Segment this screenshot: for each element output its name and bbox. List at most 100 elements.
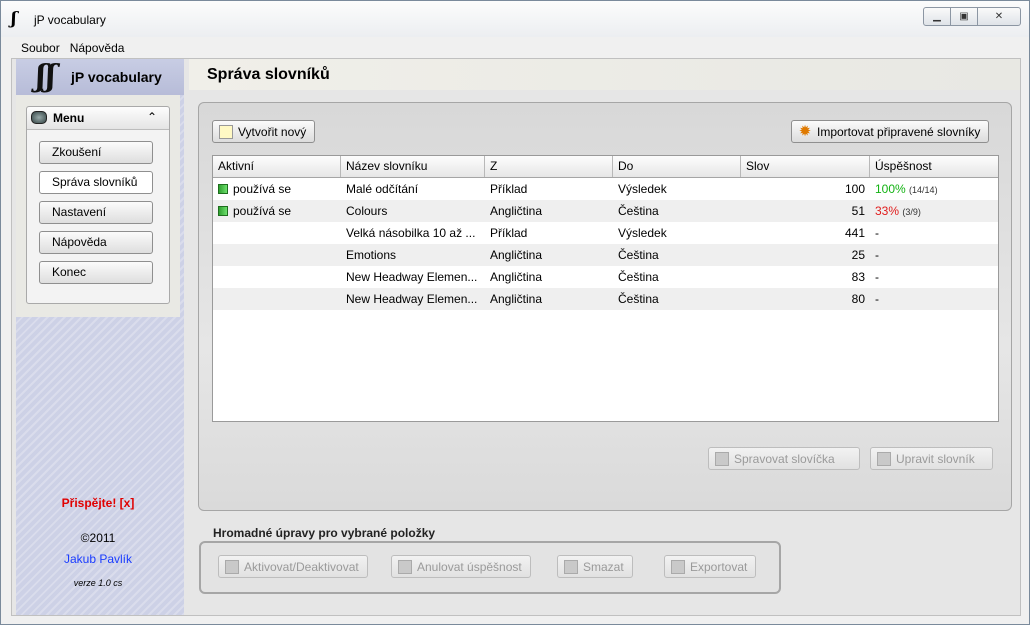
donate-link[interactable]: Přispějte! [x] [16,496,180,510]
nav-napoveda[interactable]: Nápověda [39,231,153,254]
edit-dictionary-label: Upravit slovník [896,451,975,466]
minimize-button[interactable]: ▁ [923,7,951,26]
cell-name: Velká násobilka 10 až ... [346,226,476,240]
cell-to: Výsledek [618,182,667,196]
copyright: ©2011 [80,531,116,545]
close-button[interactable]: ✕ [977,7,1021,26]
collapse-up-icon[interactable]: ⌃ [147,110,157,124]
bulk-panel: Aktivovat/Deaktivovat Anulovat úspěšnost… [199,541,781,594]
table-row[interactable]: používá se Malé odčítání Příklad Výsledek 10… [213,178,998,200]
edit-dictionary-icon [877,451,891,466]
cell-words: 441 [844,226,865,240]
edit-words-icon [715,451,729,466]
cell-pct: - [870,244,998,266]
nav-nastaveni[interactable]: Nastavení [39,201,153,224]
cell-pct: - [870,288,998,310]
jp-logo-icon: ʃ [11,9,17,29]
col-uspesnost[interactable]: Úspěšnost [870,156,998,177]
version-label: verze 1.0 cs [73,578,123,588]
cell-words: 83 [851,270,865,284]
col-do[interactable]: Do [613,156,741,177]
import-button[interactable]: ✹ Importovat připravené slovníky [791,120,990,143]
nav-sprava-slovniku[interactable]: Správa slovníků [39,171,153,194]
table-row[interactable]: používá se Colours Angličtina Čeština 51 33% … [213,200,998,222]
cell-from: Angličtina [490,270,543,284]
table-row[interactable]: Velká násobilka 10 až ... Příklad Výsledek… [213,222,998,244]
manage-words-button[interactable]: Spravovat slovíčka [708,447,860,470]
delete-button[interactable]: Smazat [557,555,633,578]
bulk-title: Hromadné úpravy pro vybrané položky [213,526,436,540]
cell-active: používá se [213,200,341,222]
active-status: používá se [233,182,292,196]
jp-logo-mark-icon: ʃʃ [36,59,56,94]
active-status: používá se [233,204,292,218]
export-button[interactable]: Exportovat [664,555,757,578]
col-slov[interactable]: Slov [741,156,870,177]
cell-words: 100 [844,182,865,196]
table-row[interactable]: New Headway Elemen... Angličtina Čeština 83… [213,266,998,288]
menu-bar: Soubor Nápověda [11,38,1019,57]
cell-pct: - [870,222,998,244]
minimize-icon: ▁ [933,11,941,22]
window-controls: ▁ ▣ ✕ [923,7,1021,26]
sidebar-logo: ʃʃ jP vocabulary [16,59,184,95]
cell-active: používá se [213,178,341,200]
cell-words: 80 [851,292,865,306]
cell-to: Čeština [618,204,659,218]
app-window: ʃ jP vocabulary ▁ ▣ ✕ Soubor Nápověda ʃʃ… [0,0,1030,625]
success-percent: - [875,292,879,306]
reset-icon [398,559,412,574]
success-percent: - [875,226,879,240]
cell-active [213,288,341,310]
cell-pct: 100% (14/14) [870,178,998,200]
col-z[interactable]: Z [485,156,613,177]
nav-zkouseni[interactable]: Zkoušení [39,141,153,164]
logo-text: jP vocabulary [71,69,162,85]
cell-active [213,266,341,288]
success-percent: 33% [875,204,900,218]
dictionaries-table: Aktivní Název slovníku Z Do Slov Úspěšno… [212,155,999,422]
menu-title: Menu [53,111,85,125]
page-header: Správa slovníků [189,59,1020,90]
cell-words: 51 [851,204,865,218]
create-new-label: Vytvořit nový [238,124,307,139]
activate-toggle-label: Aktivovat/Deaktivovat [244,559,359,574]
new-document-icon [219,124,233,139]
cell-words: 25 [851,248,865,262]
success-fraction: (14/14) [909,185,938,195]
cell-to: Výsledek [618,226,667,240]
cell-from: Příklad [490,182,528,196]
reset-success-label: Anulovat úspěšnost [417,559,522,574]
cell-from: Angličtina [490,292,543,306]
cell-from: Angličtina [490,248,543,262]
manage-words-label: Spravovat slovíčka [734,451,835,466]
menu-header[interactable]: Menu ⌃ [27,107,169,130]
export-label: Exportovat [690,559,748,574]
reset-success-button[interactable]: Anulovat úspěšnost [391,555,531,578]
nav-konec[interactable]: Konec [39,261,153,284]
success-percent: - [875,248,879,262]
edit-dictionary-button[interactable]: Upravit slovník [870,447,993,470]
cell-name: Emotions [346,248,397,262]
cell-to: Čeština [618,270,659,284]
table-row[interactable]: New Headway Elemen... Angličtina Čeština 80… [213,288,998,310]
menu-napoveda[interactable]: Nápověda [70,41,125,55]
close-icon: ✕ [994,11,1004,22]
create-new-button[interactable]: Vytvořit nový [212,120,316,143]
cell-from: Příklad [490,226,528,240]
cell-pct: - [870,266,998,288]
menu-panel: Menu ⌃ Zkoušení Správa slovníků Nastaven… [26,106,170,304]
author-link[interactable]: Jakub Pavlík [16,552,180,566]
cell-name: Malé odčítání [346,182,419,196]
table-row[interactable]: Emotions Angličtina Čeština 25- [213,244,998,266]
success-fraction: (3/9) [902,207,921,217]
activate-toggle-button[interactable]: Aktivovat/Deaktivovat [218,555,368,578]
sidebar: ʃʃ jP vocabulary Menu ⌃ Zkoušení Správa … [16,59,184,615]
success-percent: 100% [875,182,906,196]
col-nazev[interactable]: Název slovníku [341,156,485,177]
cell-name: New Headway Elemen... [346,292,478,306]
gear-star-icon: ✹ [798,122,812,140]
menu-soubor[interactable]: Soubor [21,41,60,55]
maximize-button[interactable]: ▣ [950,7,978,26]
col-aktivni[interactable]: Aktivní [213,156,341,177]
